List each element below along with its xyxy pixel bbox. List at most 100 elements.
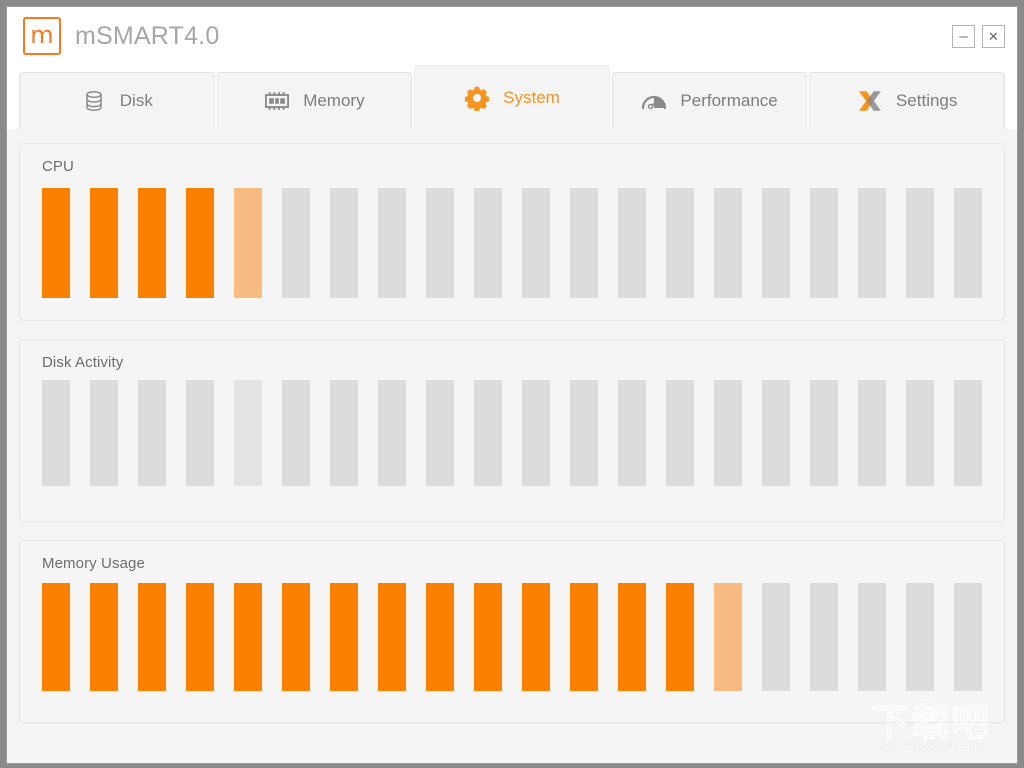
speedometer-icon xyxy=(641,88,667,114)
meter-segment xyxy=(90,583,118,691)
meter-segment xyxy=(378,188,406,298)
meter-segment xyxy=(906,583,934,691)
meter-segment xyxy=(330,188,358,298)
meter-segment xyxy=(858,380,886,486)
meter-segment xyxy=(330,583,358,691)
meter-segment xyxy=(810,380,838,486)
meter-segment xyxy=(138,380,166,486)
meter-row-cpu: 18% xyxy=(42,188,984,298)
memory-chip-icon xyxy=(264,88,290,114)
meter-segment xyxy=(42,380,70,486)
meter-segment xyxy=(186,188,214,298)
meter-segment xyxy=(282,583,310,691)
memory-usage-percent-value: 70% xyxy=(982,659,1017,693)
title-bar: m mSMART4.0 – ✕ xyxy=(7,7,1017,65)
meter-segment xyxy=(618,380,646,486)
meter-row-memory-usage: 70% xyxy=(42,583,984,693)
meter-segment xyxy=(906,188,934,298)
panel-title-disk-activity: Disk Activity xyxy=(42,354,124,371)
meter-segment xyxy=(282,188,310,298)
bar-meter-cpu xyxy=(42,188,982,298)
meter-segment xyxy=(378,583,406,691)
meter-segment xyxy=(378,380,406,486)
meter-segment xyxy=(186,583,214,691)
tab-settings[interactable]: Settings xyxy=(809,72,1005,129)
panel-title-cpu: CPU xyxy=(42,158,74,175)
meter-segment xyxy=(522,583,550,691)
close-button[interactable]: ✕ xyxy=(982,25,1005,48)
meter-segment xyxy=(234,380,262,486)
meter-segment xyxy=(474,188,502,298)
meter-segment xyxy=(234,188,262,298)
disk-activity-percent-value: 0% xyxy=(982,456,1017,490)
meter-segment xyxy=(42,583,70,691)
meter-segment xyxy=(906,380,934,486)
minimize-button[interactable]: – xyxy=(952,25,975,48)
meter-segment xyxy=(858,583,886,691)
meter-segment xyxy=(666,380,694,486)
gear-icon xyxy=(464,85,490,111)
tab-label-memory: Memory xyxy=(303,91,365,110)
meter-segment xyxy=(954,583,982,691)
meter-segment xyxy=(282,380,310,486)
meter-segment xyxy=(810,583,838,691)
meter-segment xyxy=(714,583,742,691)
window-controls: – ✕ xyxy=(952,25,1005,48)
panel-disk-activity: Disk Activity 0% xyxy=(19,339,1005,522)
tab-label-disk: Disk xyxy=(119,91,153,110)
meter-segment xyxy=(90,380,118,486)
meter-segment xyxy=(570,188,598,298)
tab-label-settings: Settings xyxy=(895,91,958,110)
meter-segment xyxy=(138,583,166,691)
meter-segment xyxy=(522,188,550,298)
meter-segment xyxy=(666,188,694,298)
meter-segment xyxy=(954,188,982,298)
meter-segment xyxy=(474,583,502,691)
meter-segment xyxy=(138,188,166,298)
panel-memory-usage: Memory Usage 70% xyxy=(19,540,1005,723)
meter-segment xyxy=(426,188,454,298)
meter-segment xyxy=(426,380,454,486)
meter-segment xyxy=(570,583,598,691)
meter-segment xyxy=(42,188,70,298)
meter-segment xyxy=(330,380,358,486)
tab-disk[interactable]: Disk xyxy=(19,72,215,129)
meter-segment xyxy=(186,380,214,486)
database-icon xyxy=(81,88,107,114)
application-window: m mSMART4.0 – ✕ Disk Memory System Perfo… xyxy=(6,6,1018,764)
tab-system[interactable]: System xyxy=(414,65,610,129)
meter-segment xyxy=(762,583,790,691)
meter-segment xyxy=(90,188,118,298)
meter-segment xyxy=(954,380,982,486)
app-logo-letter: m xyxy=(30,20,54,49)
meter-segment xyxy=(666,583,694,691)
meter-segment xyxy=(762,380,790,486)
meter-segment xyxy=(714,380,742,486)
meter-segment xyxy=(858,188,886,298)
tab-memory[interactable]: Memory xyxy=(216,72,413,129)
panel-title-memory-usage: Memory Usage xyxy=(42,555,145,572)
meter-segment xyxy=(474,380,502,486)
meter-segment xyxy=(234,583,262,691)
meter-segment xyxy=(714,188,742,298)
meter-segment xyxy=(618,188,646,298)
bar-meter-disk-activity xyxy=(42,380,982,490)
app-logo-icon: m xyxy=(23,17,61,55)
tab-label-performance: Performance xyxy=(680,91,778,110)
content-area: CPU 18% Disk Activity 0% Memory Usage 70… xyxy=(7,129,1017,763)
meter-segment xyxy=(426,583,454,691)
panel-cpu: CPU 18% xyxy=(19,143,1005,321)
cpu-percent-value: 18% xyxy=(982,264,1017,298)
cross-arrows-icon xyxy=(857,88,883,114)
meter-segment xyxy=(522,380,550,486)
tab-label-system: System xyxy=(503,87,560,107)
tab-bar: Disk Memory System Performance Settings xyxy=(7,65,1017,129)
meter-segment xyxy=(570,380,598,486)
tab-performance[interactable]: Performance xyxy=(611,72,808,129)
meter-row-disk-activity: 0% xyxy=(42,380,984,490)
meter-segment xyxy=(618,583,646,691)
watermark-url: www.xiazaiba.com xyxy=(881,739,981,751)
bar-meter-memory-usage xyxy=(42,583,982,693)
meter-segment xyxy=(810,188,838,298)
meter-segment xyxy=(762,188,790,298)
